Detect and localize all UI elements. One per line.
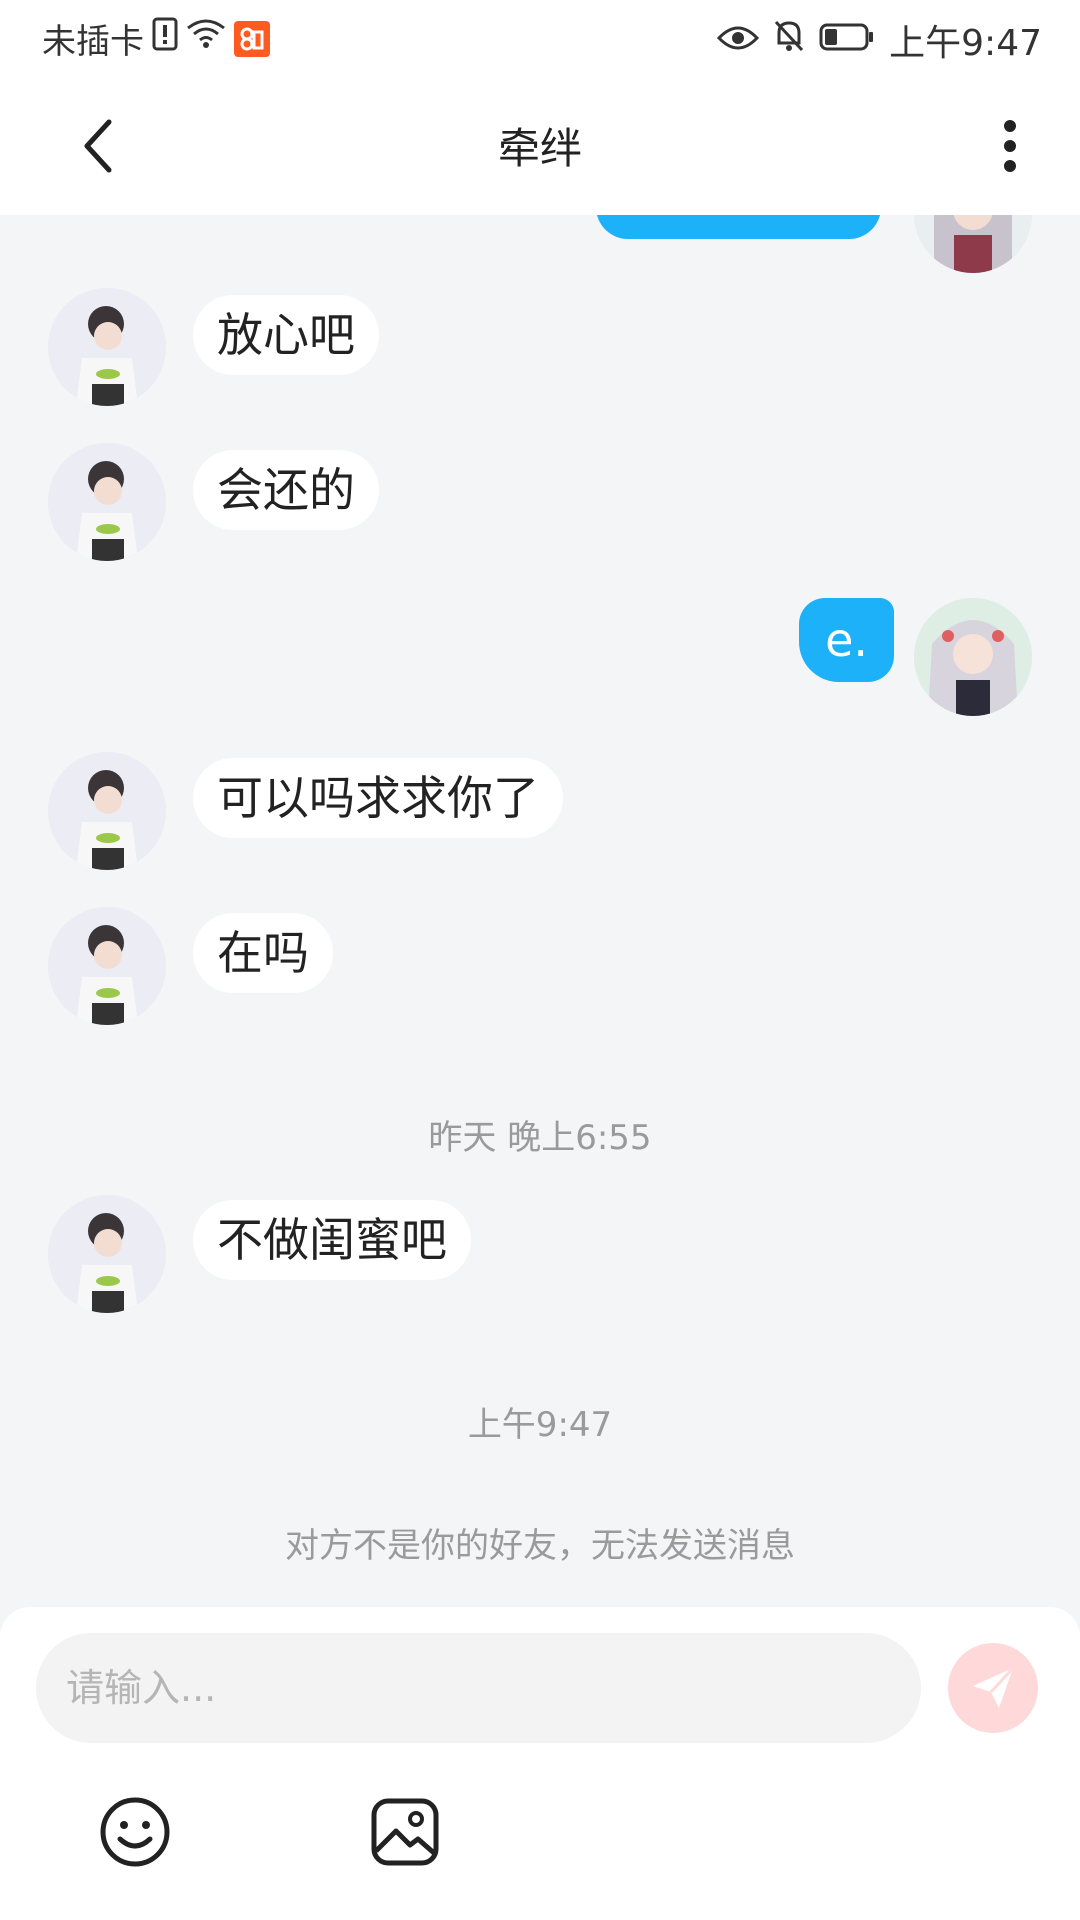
emoji-button[interactable] (98, 1795, 172, 1869)
message-bubble[interactable]: 会还的 (193, 450, 379, 530)
more-vertical-icon (1004, 120, 1016, 172)
nav-bar: 牵绊 (0, 75, 1080, 215)
contact-avatar[interactable] (48, 1195, 166, 1313)
image-icon (371, 1798, 439, 1866)
eye-icon (717, 20, 760, 61)
chat-area[interactable]: 放心吧 会还的 e. 可以吗求求你了 在吗 昨天 晚上6:55 不做闺蜜吧 上午… (0, 215, 1080, 1610)
sim-alert-icon (152, 17, 178, 60)
message-bubble[interactable]: 可以吗求求你了 (193, 758, 563, 838)
composer (0, 1607, 1080, 1920)
avatar-image (914, 598, 1032, 716)
status-bar: 未插卡 上午9:47 (0, 0, 1080, 75)
message-bubble[interactable]: 放心吧 (193, 295, 379, 375)
more-button[interactable] (980, 111, 1040, 181)
emoji-icon (100, 1797, 170, 1867)
message-bubble[interactable]: 不做闺蜜吧 (193, 1200, 471, 1280)
my-message-bubble[interactable]: e. (799, 598, 894, 682)
avatar-image (48, 752, 166, 870)
time-separator: 昨天 晚上6:55 (428, 1118, 652, 1158)
contact-avatar[interactable] (48, 443, 166, 561)
partial-message-bubble (596, 215, 881, 239)
message-input[interactable] (36, 1633, 921, 1743)
send-button[interactable] (948, 1643, 1038, 1733)
system-notice: 对方不是你的好友，无法发送消息 (285, 1526, 795, 1566)
time-separator: 上午9:47 (467, 1405, 613, 1445)
status-time: 上午9:47 (889, 23, 1042, 64)
avatar-image (914, 215, 1032, 273)
avatar-image (48, 288, 166, 406)
status-left: 未插卡 (42, 14, 270, 63)
my-avatar[interactable] (914, 598, 1032, 716)
battery-icon (819, 20, 875, 61)
send-icon (973, 1666, 1015, 1708)
message-bubble[interactable]: 在吗 (193, 913, 333, 993)
contact-avatar[interactable] (48, 288, 166, 406)
contact-avatar[interactable] (48, 907, 166, 1025)
page-title: 牵绊 (497, 124, 582, 173)
app-badge-icon (234, 20, 270, 57)
avatar-image (48, 907, 166, 1025)
status-right: 上午9:47 (717, 14, 1042, 66)
bell-muted-icon (773, 19, 805, 62)
contact-avatar[interactable] (48, 752, 166, 870)
my-avatar[interactable] (914, 215, 1032, 273)
carrier-label: 未插卡 (42, 22, 144, 62)
image-button[interactable] (368, 1795, 442, 1869)
avatar-image (48, 443, 166, 561)
avatar-image (48, 1195, 166, 1313)
wifi-icon (186, 18, 226, 59)
